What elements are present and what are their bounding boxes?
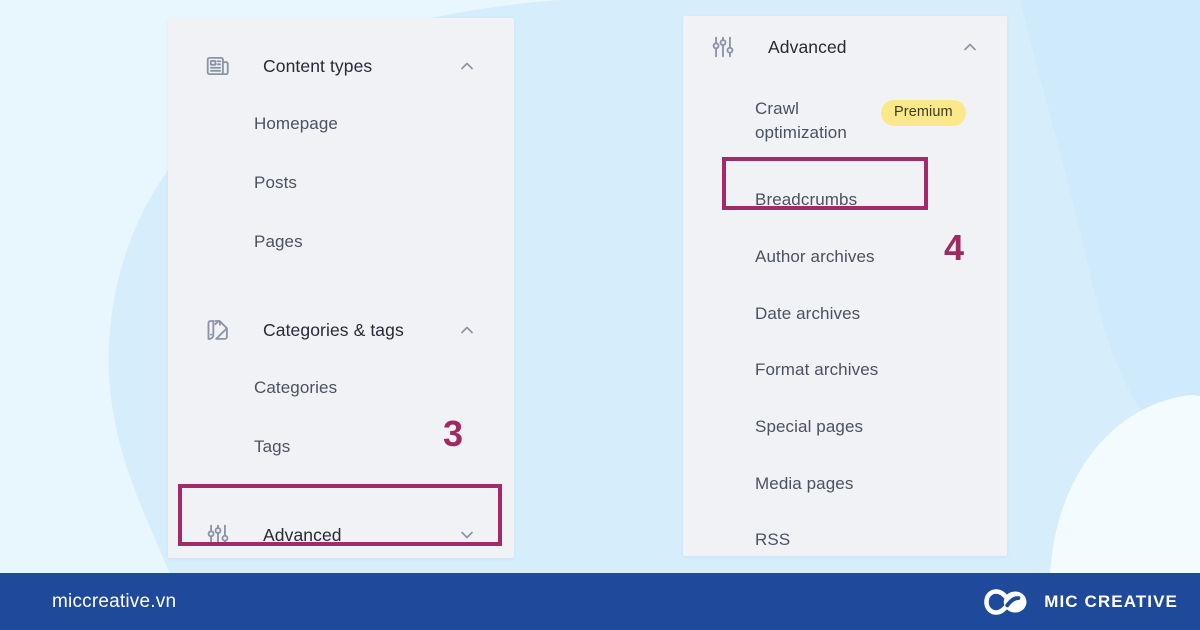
sidebar-item-tags[interactable]: Tags [254,435,290,459]
sidebar-panel-left: Content types Homepage Posts Pages Categ… [168,18,514,558]
sidebar-item-homepage[interactable]: Homepage [254,112,338,136]
sidebar-group-label: Categories & tags [263,319,404,340]
sidebar-item-crawl-optimization[interactable]: Crawl optimization [755,97,875,145]
sidebar-group-content-types[interactable]: Content types [205,48,477,84]
footer-website-url: miccreative.vn [52,590,177,612]
infinity-loops-icon [978,586,1032,618]
sidebar-item-date-archives[interactable]: Date archives [755,302,860,326]
sidebar-item-media-pages[interactable]: Media pages [755,472,853,496]
sidebar-panel-right: Advanced Crawl optimization Breadcrumbs … [683,16,1007,556]
sidebar-item-pages[interactable]: Pages [254,230,303,254]
sliders-icon [710,34,736,60]
brand-name-text: MIC CREATIVE [1044,591,1178,611]
chevron-up-icon[interactable] [457,320,477,340]
footer-bar: miccreative.vn MIC CREATIVE [0,573,1200,630]
sidebar-item-author-archives[interactable]: Author archives [755,245,875,269]
sidebar-item-special-pages[interactable]: Special pages [755,415,863,439]
step-number-4: 4 [944,227,965,268]
sidebar-item-rss[interactable]: RSS [755,528,790,552]
chevron-up-icon[interactable] [960,37,980,57]
color-swatch-icon [205,317,231,343]
sidebar-group-label: Advanced [768,36,847,57]
sidebar-group-advanced-expanded[interactable]: Advanced [710,29,980,65]
step-number-3: 3 [443,413,464,454]
highlight-box-advanced [178,484,502,546]
sidebar-item-posts[interactable]: Posts [254,171,297,195]
status-badge-premium: Premium [881,100,966,126]
highlight-box-breadcrumbs [722,157,928,210]
chevron-up-icon[interactable] [457,56,477,76]
sidebar-item-categories[interactable]: Categories [254,376,337,400]
newspaper-icon [205,53,231,79]
sidebar-group-categories-tags[interactable]: Categories & tags [205,312,477,348]
sidebar-group-label: Content types [263,55,373,76]
sidebar-item-format-archives[interactable]: Format archives [755,358,878,382]
brand-logo: MIC CREATIVE [978,586,1178,618]
